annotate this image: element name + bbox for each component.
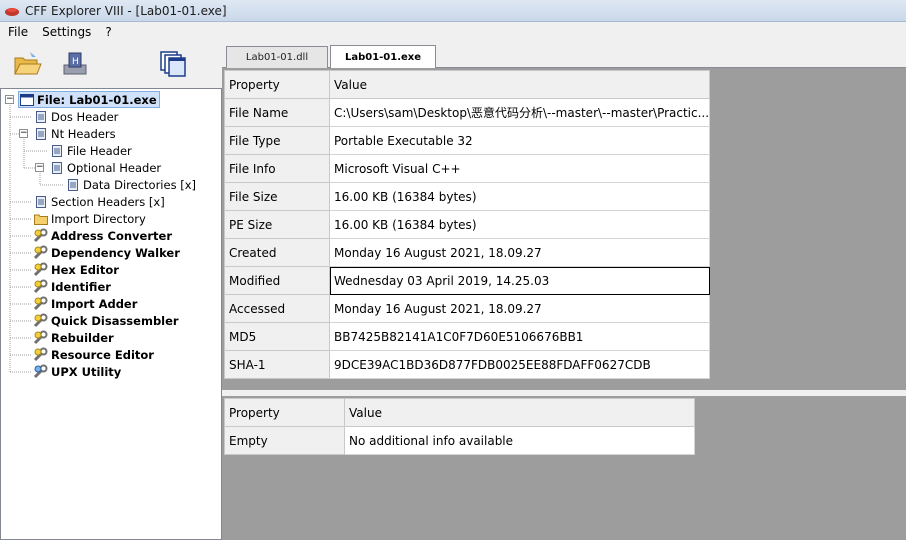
tree-item-import-adder[interactable]: Import Adder [33,295,137,312]
list-icon [65,177,80,192]
collapse-icon[interactable]: − [19,129,28,138]
info-pane: Property Value Empty No additional info … [222,396,906,540]
menu-bar: File Settings ? [0,22,906,42]
title-bar: CFF Explorer VIII - [Lab01-01.exe] [0,0,906,22]
wrench-tool-icon [33,347,48,362]
wrench-tool-icon [33,245,48,260]
value-cell[interactable]: Monday 16 August 2021, 18.09.27 [329,294,710,323]
property-cell: File Type [224,126,330,155]
windows-button[interactable] [156,47,190,81]
column-header-property[interactable]: Property [224,398,345,427]
value-cell[interactable]: BB7425B82141A1C0F7D60E5106676BB1 [329,322,710,351]
tree-item-identifier[interactable]: Identifier [33,278,111,295]
tab-lab01-01-exe[interactable]: Lab01-01.exe [330,45,436,68]
open-file-button[interactable] [10,47,44,81]
save-file-button[interactable]: H [58,47,92,81]
value-cell[interactable]: Portable Executable 32 [329,126,710,155]
wrench-tool-icon [33,330,48,345]
wrench-tool-icon [33,313,48,328]
tree-item-resource-editor[interactable]: Resource Editor [33,346,154,363]
table-row[interactable]: File Name C:\Users\sam\Desktop\恶意代码分析\--m… [224,98,710,127]
column-header-value[interactable]: Value [344,398,695,427]
table-row[interactable]: File Size 16.00 KB (16384 bytes) [224,182,710,211]
column-header-value[interactable]: Value [329,70,710,99]
wrench-tool-icon [33,262,48,277]
wrench-tool-icon [33,279,48,294]
property-cell: MD5 [224,322,330,351]
collapse-icon[interactable]: − [35,163,44,172]
collapse-icon[interactable]: − [5,95,14,104]
tree-item-rebuilder[interactable]: Rebuilder [33,329,114,346]
table-row[interactable]: MD5 BB7425B82141A1C0F7D60E5106676BB1 [224,322,710,351]
property-cell: Empty [224,426,345,455]
tree-item-import-directory[interactable]: Import Directory [33,210,146,227]
tab-lab01-01-dll[interactable]: Lab01-01.dll [226,46,328,68]
list-icon [49,160,64,175]
properties-table: Property Value File Name C:\Users\sam\Des… [224,70,710,379]
tree-item-data-directories[interactable]: Data Directories [x] [65,176,196,193]
table-row[interactable]: SHA-1 9DCE39AC1BD36D877FDB0025EE88FDAFF06… [224,350,710,379]
table-header-row: Property Value [224,70,710,99]
properties-pane: Property Value File Name C:\Users\sam\Des… [222,68,906,390]
value-cell[interactable]: 9DCE39AC1BD36D877FDB0025EE88FDAFF0627CDB [329,350,710,379]
menu-file[interactable]: File [4,25,32,39]
property-cell: File Name [224,98,330,127]
tree-item-optional-header[interactable]: Optional Header [49,159,161,176]
property-cell: File Size [224,182,330,211]
list-icon [49,143,64,158]
toolbar: H [0,42,222,88]
table-row[interactable]: Modified Wednesday 03 April 2019, 14.25.0… [224,266,710,295]
column-header-property[interactable]: Property [224,70,330,99]
tree-item-hex-editor[interactable]: Hex Editor [33,261,119,278]
tree-panel[interactable]: − File: Lab01-01.exe Dos Header − Nt Hea… [0,88,222,540]
window-icon [19,92,34,107]
cascade-windows-icon [160,51,186,77]
app-logo-icon [5,7,19,16]
value-cell[interactable]: C:\Users\sam\Desktop\恶意代码分析\--master\--m… [329,98,710,127]
tree-item-dependency-walker[interactable]: Dependency Walker [33,244,180,261]
tree-item-address-converter[interactable]: Address Converter [33,227,172,244]
value-cell[interactable]: 16.00 KB (16384 bytes) [329,210,710,239]
tree-item-dos-header[interactable]: Dos Header [33,108,118,125]
property-cell: Accessed [224,294,330,323]
value-cell[interactable]: 16.00 KB (16384 bytes) [329,182,710,211]
value-cell[interactable]: Microsoft Visual C++ [329,154,710,183]
list-icon [33,194,48,209]
property-cell: Created [224,238,330,267]
folder-open-icon [14,52,42,75]
value-cell[interactable]: Monday 16 August 2021, 18.09.27 [329,238,710,267]
svg-text:H: H [72,57,79,67]
property-cell: File Info [224,154,330,183]
info-table: Property Value Empty No additional info … [224,398,695,455]
tree-item-section-headers[interactable]: Section Headers [x] [33,193,165,210]
table-row[interactable]: File Info Microsoft Visual C++ [224,154,710,183]
property-cell: Modified [224,266,330,295]
value-cell-selected[interactable]: Wednesday 03 April 2019, 14.25.03 [329,266,710,295]
wrench-tool-icon [33,296,48,311]
list-icon [33,109,48,124]
table-row[interactable]: File Type Portable Executable 32 [224,126,710,155]
value-cell[interactable]: No additional info available [344,426,695,455]
wrench-tool-icon [33,364,48,379]
table-row[interactable]: Accessed Monday 16 August 2021, 18.09.27 [224,294,710,323]
window-title: CFF Explorer VIII - [Lab01-01.exe] [25,3,227,18]
menu-help[interactable]: ? [101,25,115,39]
tree-item-file-header[interactable]: File Header [49,142,132,159]
table-row[interactable]: Empty No additional info available [224,426,695,455]
list-icon [33,126,48,141]
tree-item-quick-disassembler[interactable]: Quick Disassembler [33,312,179,329]
tree-item-upx-utility[interactable]: UPX Utility [33,363,121,380]
property-cell: SHA-1 [224,350,330,379]
table-row[interactable]: Created Monday 16 August 2021, 18.09.27 [224,238,710,267]
tree-item-nt-headers[interactable]: Nt Headers [33,125,116,142]
table-header-row: Property Value [224,398,695,427]
save-disk-icon: H [63,52,87,75]
menu-settings[interactable]: Settings [38,25,95,39]
file-tab-strip: Lab01-01.dll Lab01-01.exe [222,42,906,68]
folder-icon [33,211,48,226]
property-cell: PE Size [224,210,330,239]
wrench-tool-icon [33,228,48,243]
tree-root-file[interactable]: File: Lab01-01.exe [18,91,160,108]
table-row[interactable]: PE Size 16.00 KB (16384 bytes) [224,210,710,239]
